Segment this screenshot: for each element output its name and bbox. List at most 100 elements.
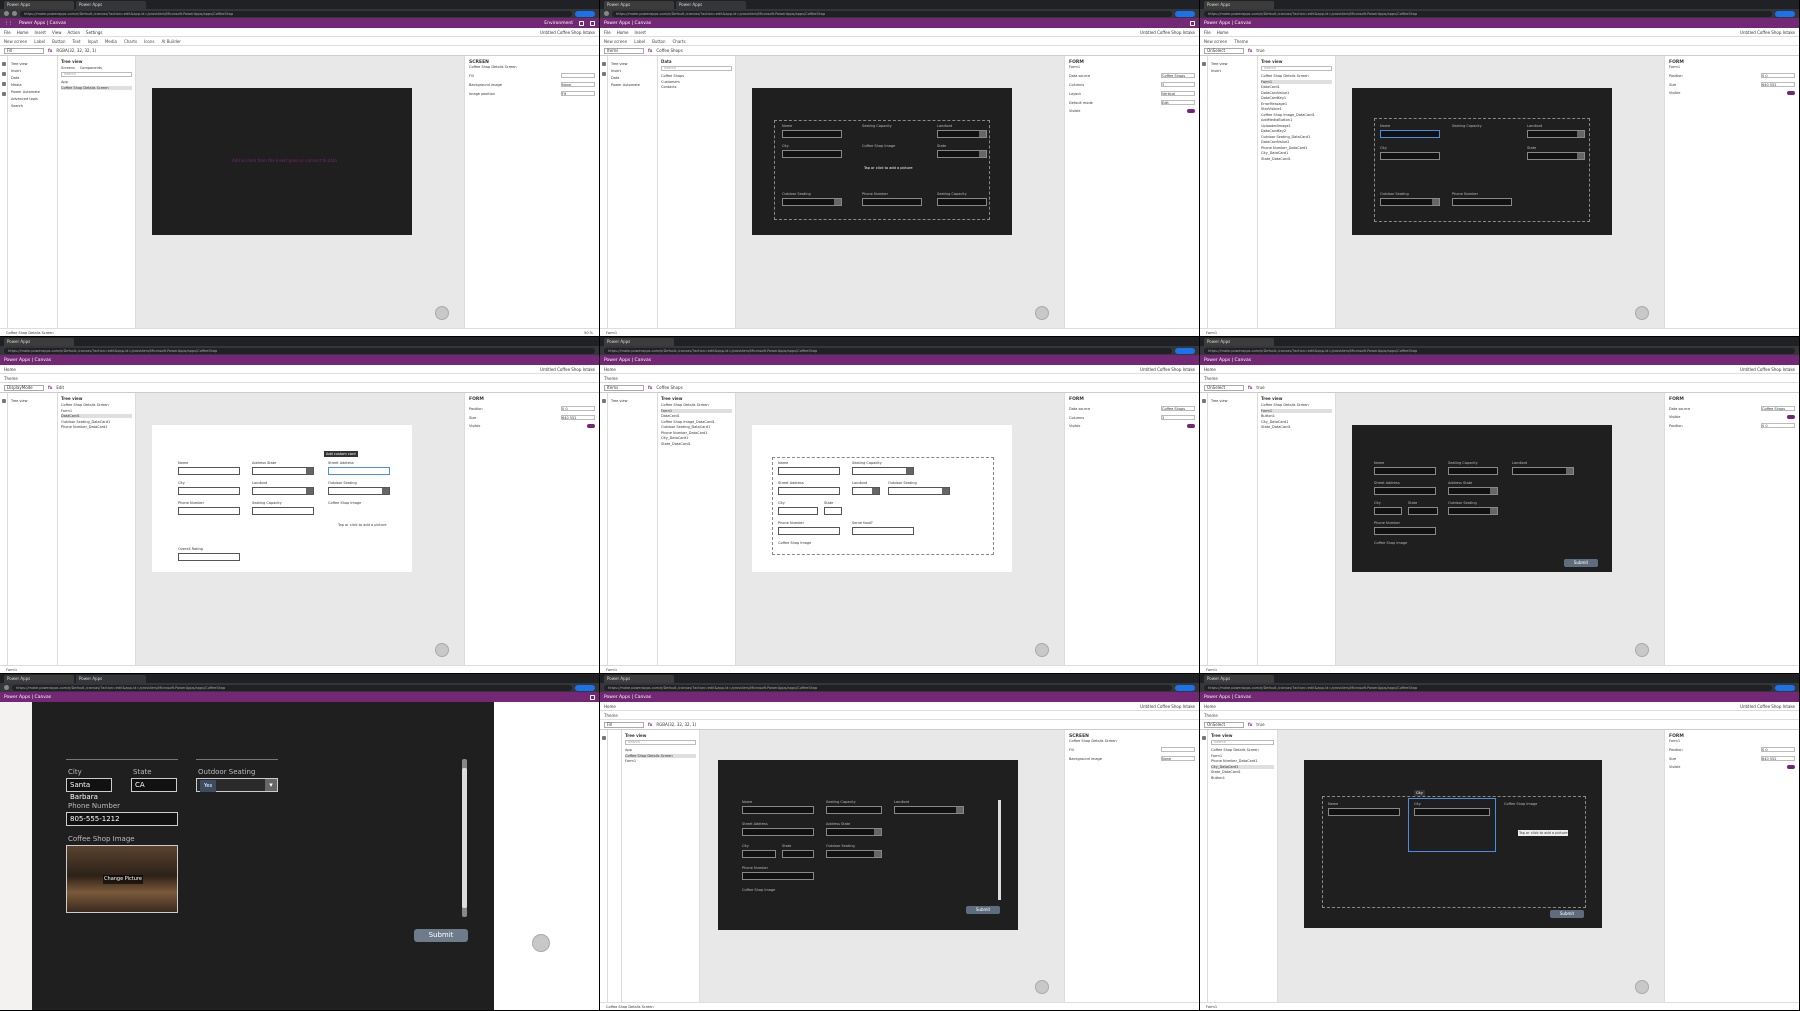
menu-home[interactable]: Home xyxy=(1204,367,1216,372)
formula-input[interactable]: true xyxy=(1256,385,1264,390)
menu-view[interactable]: View xyxy=(52,30,62,35)
tree-node[interactable]: DataCard1 xyxy=(661,414,732,418)
address-state-dropdown[interactable] xyxy=(1448,487,1498,495)
name-input[interactable] xyxy=(782,130,842,138)
side-item[interactable]: Tree view xyxy=(1211,62,1254,66)
menu-home[interactable]: Home xyxy=(1217,30,1229,35)
cmd-text[interactable]: Text xyxy=(73,39,81,44)
cmd-ai-builder[interactable]: AI Builder xyxy=(162,39,181,44)
preview-play-button[interactable] xyxy=(1035,643,1049,657)
tree-node[interactable]: Coffee Shop Details Screen xyxy=(1261,403,1332,407)
formula-input[interactable]: true xyxy=(1256,722,1264,727)
tree-icon[interactable] xyxy=(1202,399,1206,403)
tree-node[interactable]: State_DataCard1 xyxy=(1261,157,1332,161)
browser-tab[interactable]: Power Apps xyxy=(604,338,674,346)
tree-node[interactable]: Phone Number_DataCard1 xyxy=(1261,146,1332,150)
help-icon[interactable] xyxy=(590,20,595,26)
name-input[interactable] xyxy=(742,806,814,814)
image-hint[interactable]: Tap or click to add a picture xyxy=(1518,830,1569,836)
tree-icon[interactable] xyxy=(602,62,606,66)
cmd-icons[interactable]: Icons xyxy=(144,39,154,44)
tree-node[interactable]: Outdoor Seating_DataCard1 xyxy=(661,425,732,429)
profile-button[interactable] xyxy=(1175,10,1195,17)
property-dropdown[interactable]: Items xyxy=(604,384,644,391)
tree-node[interactable]: Phone Number_DataCard1 xyxy=(61,425,132,429)
tree-icon[interactable] xyxy=(2,62,6,66)
status-form[interactable]: Form1 xyxy=(1206,668,1217,672)
url-field[interactable]: https://make.powerapps.com/e/Default-/ca… xyxy=(1204,10,1772,17)
capacity-input[interactable] xyxy=(852,467,914,475)
outdoor-dropdown[interactable] xyxy=(1448,507,1498,515)
browser-tab[interactable]: Power Apps xyxy=(76,1,146,9)
landlord-dropdown[interactable] xyxy=(1512,467,1574,475)
name-input[interactable] xyxy=(178,467,240,475)
tree-icon[interactable] xyxy=(2,399,6,403)
prop-value[interactable]: None xyxy=(1161,756,1195,761)
city-input[interactable] xyxy=(1414,808,1490,816)
coffee-shop-image[interactable]: Change Picture xyxy=(66,845,178,913)
visible-toggle[interactable] xyxy=(1187,424,1195,428)
prop-value[interactable]: Coffee Shops xyxy=(1761,406,1795,411)
formula-input[interactable]: Coffee Shops xyxy=(656,385,682,390)
submit-button[interactable]: Submit xyxy=(1550,910,1584,918)
tree-node[interactable]: Coffee Shop Details Screen xyxy=(61,403,132,407)
tree-icon[interactable] xyxy=(1202,62,1206,66)
cmd-label[interactable]: Label xyxy=(634,39,645,44)
tree-node[interactable]: DataCardValue2 xyxy=(1261,140,1332,144)
landlord-dropdown[interactable] xyxy=(937,130,987,138)
visible-toggle[interactable] xyxy=(1787,91,1795,95)
tree-search[interactable]: Search xyxy=(1211,740,1274,745)
preview-play-button[interactable] xyxy=(1035,306,1049,320)
tree-node[interactable]: StarVisible1 xyxy=(1261,107,1332,111)
browser-tab[interactable]: Power Apps xyxy=(604,1,674,9)
browser-tab[interactable]: Power Apps xyxy=(1204,338,1274,346)
food-input[interactable] xyxy=(852,527,914,535)
submit-button[interactable]: Submit xyxy=(1564,559,1598,567)
url-field[interactable]: https://make.powerapps.com/e/Default-/ca… xyxy=(20,10,572,17)
tree-node[interactable]: State_DataCard1 xyxy=(1211,770,1274,774)
menu-home[interactable]: Home xyxy=(617,30,629,35)
image-hint[interactable]: Tap or click to add a picture xyxy=(864,166,912,170)
tree-search[interactable]: Search xyxy=(625,740,696,745)
status-form[interactable]: Form1 xyxy=(606,668,617,672)
cmd-media[interactable]: Media xyxy=(105,39,117,44)
cmd-theme[interactable]: Theme xyxy=(604,376,618,381)
tree-node[interactable]: State_DataCard1 xyxy=(1261,425,1332,429)
tree-node[interactable]: UploadedImage1 xyxy=(1261,124,1332,128)
menu-home[interactable]: Home xyxy=(17,30,29,35)
prop-value[interactable]: 3 xyxy=(1161,82,1195,87)
phone-input[interactable] xyxy=(862,198,922,206)
browser-tab[interactable]: Power Apps xyxy=(76,675,146,683)
state-input[interactable]: CA xyxy=(131,778,177,792)
tree-node[interactable]: DataCard1 xyxy=(61,414,132,418)
preview-play-button[interactable] xyxy=(532,934,550,952)
street-input[interactable] xyxy=(1374,487,1436,495)
visible-toggle[interactable] xyxy=(587,424,595,428)
form-scrollbar[interactable] xyxy=(462,759,467,917)
side-item[interactable]: Data xyxy=(611,76,654,80)
tree-node[interactable]: Form1 xyxy=(1211,754,1274,758)
capacity-input[interactable] xyxy=(826,806,882,814)
tree-node[interactable]: State_DataCard1 xyxy=(661,442,732,446)
browser-tab[interactable]: Power Apps xyxy=(4,1,74,9)
data-icon[interactable] xyxy=(602,72,606,76)
tree-node[interactable]: City_DataCard1 xyxy=(1211,764,1274,769)
state-input[interactable] xyxy=(824,507,842,515)
side-item[interactable]: Data xyxy=(11,76,54,80)
prop-value[interactable]: 640 552 xyxy=(561,415,595,420)
data-source-item[interactable]: Coffee Shops xyxy=(661,74,732,78)
tree-node[interactable]: Phone Number_DataCard1 xyxy=(1211,759,1274,763)
cmd-theme[interactable]: Theme xyxy=(1204,713,1218,718)
city-input[interactable] xyxy=(778,507,818,515)
phone-input[interactable] xyxy=(178,507,240,515)
phone-input[interactable] xyxy=(778,527,840,535)
landlord-dropdown[interactable] xyxy=(852,487,880,495)
landlord-dropdown[interactable] xyxy=(252,487,314,495)
formula-input[interactable]: Coffee Shops xyxy=(656,48,682,53)
menu-file[interactable]: File xyxy=(1204,30,1211,35)
street-input[interactable] xyxy=(742,828,814,836)
tree-node-app[interactable]: App xyxy=(61,80,132,84)
menu-action[interactable]: Action xyxy=(68,30,81,35)
side-item[interactable]: Tree view xyxy=(1211,399,1254,403)
tree-node[interactable]: DataCard1 xyxy=(1261,85,1332,89)
